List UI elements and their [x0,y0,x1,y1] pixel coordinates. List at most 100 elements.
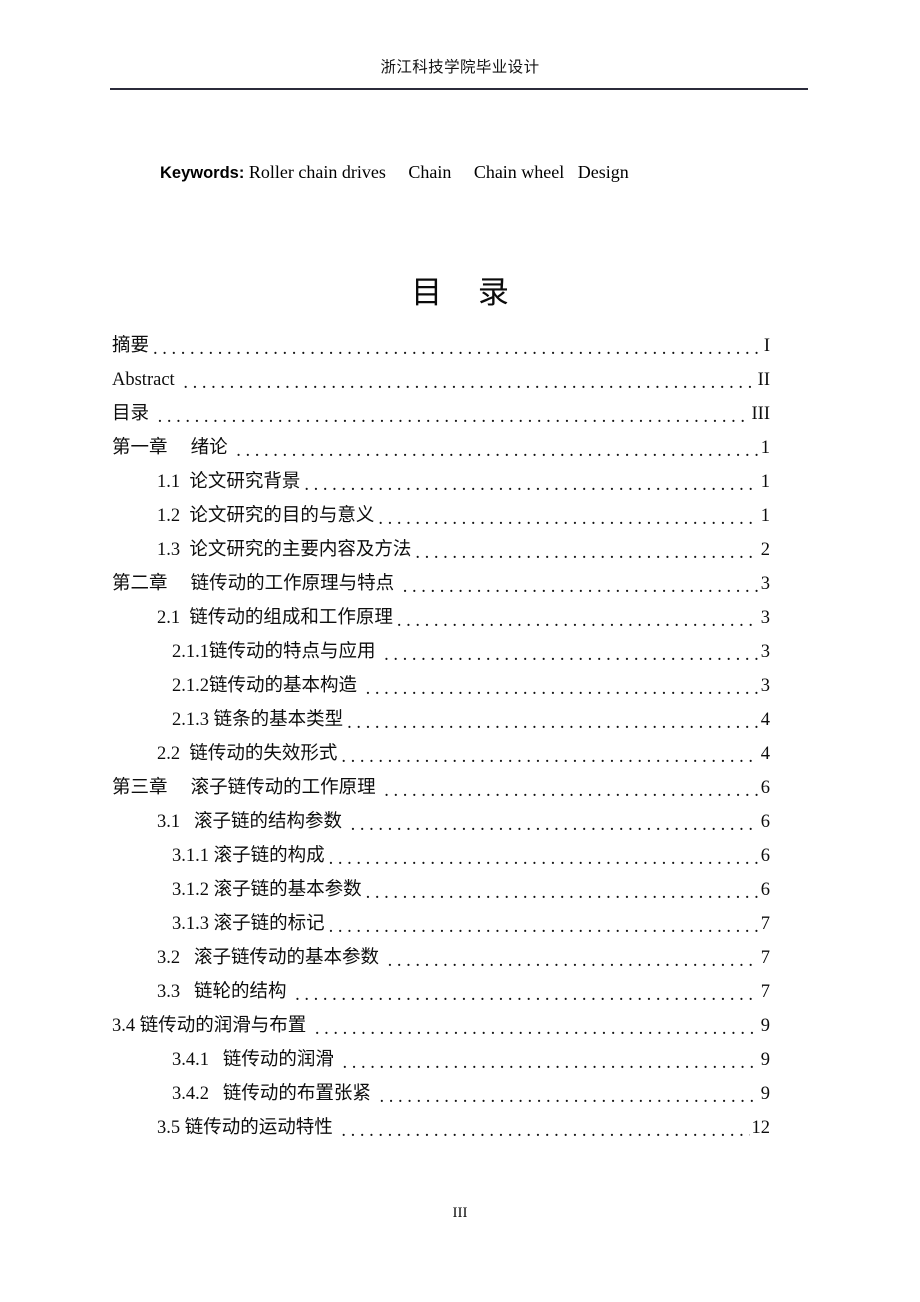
toc-entry[interactable]: 1.3 论文研究的主要内容及方法 2 [112,529,770,563]
table-of-contents: 摘要IAbstract II目录 III第一章 绪论 11.1 论文研究背景11… [112,325,770,1141]
toc-entry[interactable]: 第二章 链传动的工作原理与特点 3 [112,563,770,597]
toc-entry-page-number: 7 [760,948,770,968]
toc-dot-leader [384,643,758,665]
toc-entry-label: 3.1.2 滚子链的基本参数 [172,880,362,900]
toc-entry-page-number: 1 [760,506,770,526]
toc-entry[interactable]: 第三章 滚子链传动的工作原理 6 [112,767,770,801]
toc-entry-page-number: 9 [760,1084,770,1104]
toc-entry-label: 目录 [112,404,154,424]
toc-entry[interactable]: 3.4.1 链传动的润滑 9 [112,1039,770,1073]
toc-entry-label: 3.4 链传动的润滑与布置 [112,1016,311,1036]
toc-entry[interactable]: 第一章 绪论 1 [112,427,770,461]
keywords-value: Roller chain drives Chain Chain wheel De… [244,162,629,182]
toc-entry-label: 3.5 链传动的运动特性 [157,1118,338,1138]
toc-entry[interactable]: 2.1 链传动的组成和工作原理 3 [112,597,770,631]
toc-dot-leader [341,1119,749,1141]
page-title: 目 录 [411,275,523,310]
toc-entry[interactable]: 2.1.3 链条的基本类型 4 [112,699,770,733]
toc-dot-leader [343,1051,758,1073]
toc-entry[interactable]: 3.1.3 滚子链的标记 7 [112,903,770,937]
toc-entry-label: 第一章 绪论 [112,438,233,458]
toc-dot-leader [380,1085,758,1107]
keywords-label: Keywords: [160,164,245,182]
toc-entry[interactable]: 3.3 链轮的结构 7 [112,971,770,1005]
toc-entry-page-number: 6 [760,778,770,798]
toc-entry[interactable]: 摘要 I [112,325,770,359]
toc-dot-leader [388,949,758,971]
toc-entry[interactable]: 3.2 滚子链传动的基本参数 7 [112,937,770,971]
toc-entry-page-number: 3 [760,608,770,628]
toc-entry-label: 2.1.2链传动的基本构造 [172,676,362,696]
toc-dot-leader [366,677,758,699]
toc-dot-leader [397,609,758,631]
toc-entry[interactable]: 目录 III [112,393,770,427]
running-header-title: 浙江科技学院毕业设计 [380,59,540,76]
toc-entry-label: 2.1 链传动的组成和工作原理 [157,608,393,628]
toc-entry[interactable]: Abstract II [112,359,770,393]
toc-entry[interactable]: 1.1 论文研究背景 1 [112,461,770,495]
toc-entry-label: 3.4.2 链传动的布置张紧 [172,1084,376,1104]
toc-entry-label: Abstract [112,370,180,390]
toc-entry-page-number: 4 [760,710,770,730]
toc-entry-label: 1.2 论文研究的目的与意义 [157,506,375,526]
toc-entry-label: 第三章 滚子链传动的工作原理 [112,778,381,798]
toc-entry-page-number: 1 [760,438,770,458]
toc-entry[interactable]: 1.2 论文研究的目的与意义 1 [112,495,770,529]
toc-entry[interactable]: 3.1.1 滚子链的构成 6 [112,835,770,869]
toc-dot-leader [158,405,750,427]
toc-entry-page-number: 2 [760,540,770,560]
toc-entry[interactable]: 3.1 滚子链的结构参数 6 [112,801,770,835]
toc-entry-page-number: 7 [760,982,770,1002]
header-divider-rule [110,88,808,90]
toc-entry[interactable]: 2.1.1链传动的特点与应用 3 [112,631,770,665]
toc-dot-leader [183,371,755,393]
toc-dot-leader [329,847,758,869]
toc-entry-page-number: 9 [760,1050,770,1070]
toc-entry[interactable]: 2.1.2链传动的基本构造 3 [112,665,770,699]
toc-entry-label: 第二章 链传动的工作原理与特点 [112,574,399,594]
toc-entry-label: 3.3 链轮的结构 [157,982,292,1002]
toc-entry-page-number: 6 [760,880,770,900]
toc-entry-label: 2.1.3 链条的基本类型 [172,710,344,730]
toc-dot-leader [384,779,758,801]
toc-entry-label: 2.1.1链传动的特点与应用 [172,642,381,662]
toc-entry-label: 摘要 [112,336,150,356]
toc-entry[interactable]: 3.4 链传动的润滑与布置 9 [112,1005,770,1039]
toc-entry-label: 3.2 滚子链传动的基本参数 [157,948,384,968]
toc-dot-leader [415,541,758,563]
toc-dot-leader [347,711,758,733]
toc-entry-page-number: 3 [760,574,770,594]
toc-entry[interactable]: 3.5 链传动的运动特性 12 [112,1107,770,1141]
toc-dot-leader [378,507,758,529]
toc-dot-leader [304,473,758,495]
toc-dot-leader [295,983,758,1005]
toc-entry-label: 1.1 论文研究背景 [157,472,301,492]
page-header: 浙江科技学院毕业设计 [0,58,920,78]
toc-dot-leader [341,745,758,767]
toc-dot-leader [315,1017,758,1039]
toc-dot-leader [329,915,758,937]
toc-entry-page-number: 6 [760,846,770,866]
toc-entry-page-number: 3 [760,676,770,696]
toc-dot-leader [366,881,758,903]
toc-entry[interactable]: 2.2 链传动的失效形式 4 [112,733,770,767]
toc-entry-page-number: 4 [760,744,770,764]
toc-entry-label: 2.2 链传动的失效形式 [157,744,338,764]
toc-entry-page-number: I [763,336,770,356]
toc-entry-page-number: 1 [760,472,770,492]
toc-entry-page-number: 3 [760,642,770,662]
toc-entry[interactable]: 3.4.2 链传动的布置张紧 9 [112,1073,770,1107]
toc-entry-page-number: 9 [760,1016,770,1036]
toc-entry-label: 3.1.3 滚子链的标记 [172,914,325,934]
toc-entry-page-number: II [757,370,770,390]
toc-entry[interactable]: 3.1.2 滚子链的基本参数 6 [112,869,770,903]
toc-entry-label: 3.1 滚子链的结构参数 [157,812,347,832]
toc-dot-leader [236,439,758,461]
toc-entry-page-number: III [751,404,770,424]
toc-entry-label: 3.4.1 链传动的润滑 [172,1050,339,1070]
toc-entry-label: 1.3 论文研究的主要内容及方法 [157,540,412,560]
toc-dot-leader [403,575,758,597]
toc-entry-label: 3.1.1 滚子链的构成 [172,846,325,866]
keywords-line: Keywords: Roller chain drives Chain Chai… [142,136,629,209]
toc-dot-leader [351,813,758,835]
